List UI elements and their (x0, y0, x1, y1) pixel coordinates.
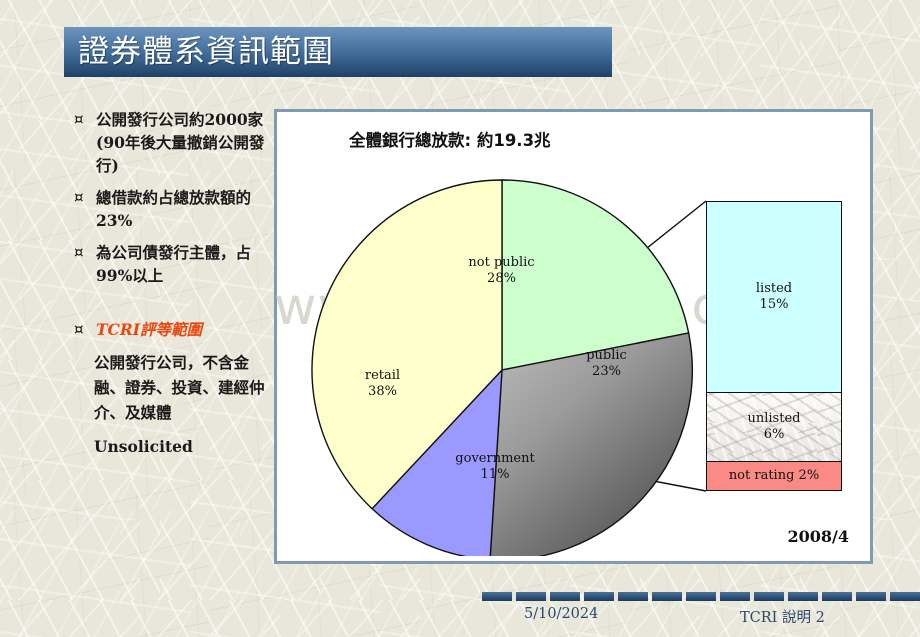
pie-label-not-public-value: 28% (487, 271, 516, 286)
bar-segment-listed: listed 15% (707, 202, 841, 393)
bar-label-unlisted-value: 6% (763, 426, 785, 442)
pie-label-government-value: 11% (480, 467, 510, 482)
pie-label-not-public-name: not public (468, 255, 535, 270)
chart-frame: www.zixin.com.cn 全體銀行總放款: 約19.3兆 (274, 109, 873, 564)
footer-divider (482, 592, 920, 601)
sub-paragraph-unsolicited: Unsolicited (94, 437, 193, 456)
bar-label-not-rating: not rating 2% (728, 468, 820, 483)
bullet-text-accent: TCRI評等範圍 (96, 320, 203, 339)
bar-segment-unlisted: unlisted 6% (707, 392, 841, 463)
sub-paragraph-scope: 公開發行公司，不含金融、證券、投資、建經仲介、及媒體 (94, 353, 265, 422)
pie-label-retail: retail 38% (330, 368, 435, 400)
slide-title-bar: 證券體系資訊範圍 (64, 27, 612, 77)
bullet-text: 總借款約占總放款額的 23% (96, 188, 252, 230)
bullet-text: 為公司債發行主體，占99%以上 (96, 243, 252, 285)
pie-label-government: government 11% (430, 451, 560, 483)
pie-label-public-name: public (586, 348, 627, 363)
bullet-marker-icon: ¤ (74, 110, 84, 128)
bar-label-unlisted-name: unlisted (747, 410, 801, 426)
footer-note: TCRI 說明 2 (740, 610, 825, 626)
pie-label-not-public: not public 28% (434, 255, 569, 287)
pie-label-public: public 23% (554, 348, 659, 380)
bullet-text: 公開發行公司約2000家(90年後大量撤銷公開發行) (96, 110, 265, 175)
pie-label-retail-value: 38% (368, 384, 397, 399)
bar-label-listed: listed 15% (707, 281, 841, 313)
bullet-list: ¤ 公開發行公司約2000家(90年後大量撤銷公開發行) ¤ 總借款約占總放款額… (72, 108, 272, 459)
list-item: ¤ 公開發行公司約2000家(90年後大量撤銷公開發行) (72, 108, 272, 177)
bar-label-listed-name: listed (755, 280, 793, 296)
bar-segment-not-rating: not rating 2% (707, 462, 841, 490)
footer-date: 5/10/2024 (524, 606, 599, 622)
page-title: 證券體系資訊範圍 (78, 33, 334, 70)
pie-label-government-name: government (455, 451, 535, 466)
list-item: ¤ 總借款約占總放款額的 23% (72, 186, 272, 232)
bullet-marker-icon: ¤ (74, 188, 84, 206)
bar-label-unlisted: unlisted 6% (707, 411, 841, 443)
callout-stacked-bar: listed 15% unlisted 6% not rating 2% (706, 201, 842, 491)
list-item-tcri-scope: ¤ TCRI評等範圍 (72, 318, 272, 341)
list-item: ¤ 為公司債發行主體，占99%以上 (72, 241, 272, 287)
bar-label-listed-value: 15% (759, 296, 789, 312)
chart-frame-inner: www.zixin.com.cn 全體銀行總放款: 約19.3兆 (274, 113, 869, 560)
bullet-marker-icon: ¤ (74, 320, 84, 338)
pie-label-retail-name: retail (364, 368, 401, 383)
bullet-marker-icon: ¤ (74, 243, 84, 261)
chart-date-annotation: 2008/4 (787, 527, 849, 546)
pie-label-public-value: 23% (592, 364, 621, 379)
